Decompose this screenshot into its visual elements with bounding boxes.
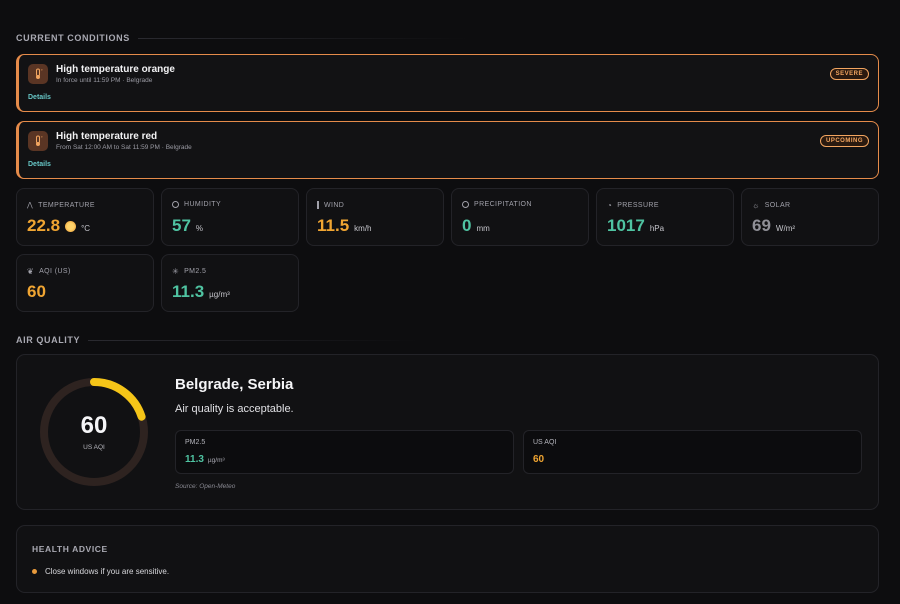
list-item: Close windows if you are sensitive. [32,567,169,576]
metric-card-solar: ☼ SOLAR 69 W/m² [741,188,879,246]
stat-label: PM2.5 [185,439,206,446]
metric-card-aqi: ❦ AQI (US) 60 [16,254,154,312]
alert-card-red[interactable]: ° High temperature red From Sat 12:00 AM… [16,121,879,179]
thermometer-icon: ° [28,64,48,84]
location-title: Belgrade, Serbia [175,376,294,393]
metric-unit: °C [81,224,91,233]
metric-unit: W/m² [775,224,796,233]
metric-value: 0 [462,216,472,235]
metric-unit: km/h [354,224,372,233]
alert-details-link[interactable]: Details [28,94,51,101]
metric-card-humidity: HUMIDITY 57 % [161,188,299,246]
metric-unit: % [195,224,204,233]
metric-value: 69 [752,216,771,235]
stat-label: US AQI [533,439,557,446]
air-quality-panel: 60 US AQI Belgrade, Serbia Air quality i… [16,354,879,510]
metric-value: 11.5 [317,216,350,235]
section-title-current-conditions: CURRENT CONDITIONS [16,33,468,43]
thermometer-icon: ⋀ [27,202,34,209]
air-quality-message: Air quality is acceptable. [175,403,294,415]
metric-label: PRECIPITATION [474,201,532,208]
wind-bar-icon [317,201,319,209]
thermometer-icon: ° [28,131,48,151]
alert-card-orange[interactable]: ° High temperature orange In force until… [16,54,879,112]
health-advice-text: Close windows if you are sensitive. [45,567,170,576]
alert-title: High temperature orange [56,64,175,75]
alert-details-link[interactable]: Details [28,161,51,168]
metric-value: 1017 [607,216,645,235]
health-advice-title: HEALTH ADVICE [32,544,108,554]
metric-label: WIND [324,201,345,209]
sun-icon [65,221,77,232]
severity-badge: SEVERE [829,68,869,80]
aqi-gauge-value: 60 [80,412,108,439]
metric-unit: µg/m³ [209,290,230,299]
section-divider [88,339,419,341]
metric-card-wind: WIND 11.5 km/h [306,188,444,246]
source-note: Source: Open-Meteo [175,483,236,490]
stat-value: 60 [533,454,545,465]
sparkle-icon: ✳ [172,267,180,276]
pm25-stat-box: PM2.5 11.3 µg/m³ [175,430,514,474]
metric-label: PRESSURE [617,202,659,209]
metric-card-precipitation: PRECIPITATION 0 mm [451,188,589,246]
metric-card-pressure: ◔ PRESSURE 1017 hPa [596,188,734,246]
metric-value: 60 [27,282,46,301]
metric-card-pm25: ✳ PM2.5 11.3 µg/m³ [161,254,299,312]
stat-unit: µg/m³ [207,457,225,464]
metric-label: TEMPERATURE [38,201,95,209]
metric-label: PM2.5 [184,268,207,275]
alert-title: High temperature red [56,131,158,142]
aqi-gauge-label: US AQI [83,444,105,451]
health-advice-panel: HEALTH ADVICE Close windows if you are s… [16,525,879,593]
leaf-icon: ❦ [27,267,35,276]
circle-icon [172,201,179,208]
metric-value: 11.3 [172,282,205,301]
stat-value: 11.3 [185,454,204,465]
section-divider [137,37,468,39]
metric-label: HUMIDITY [184,201,222,208]
metric-value: 22.8 [27,216,61,235]
metric-card-temperature: ⋀ TEMPERATURE 22.8 °C [16,188,154,246]
bullet-icon [32,569,37,574]
metric-value: 57 [172,216,191,235]
svg-text:°: ° [41,69,43,74]
svg-text:°: ° [41,136,43,141]
metric-unit: hPa [649,224,665,233]
metric-unit: mm [476,224,490,233]
section-title-air-quality: AIR QUALITY [16,335,419,345]
metric-label: AQI (US) [39,268,71,275]
section-title-text: CURRENT CONDITIONS [16,33,130,43]
gauge-icon: ◔ [607,201,613,210]
alert-subtitle: From Sat 12:00 AM to Sat 11:59 PM · Belg… [56,144,192,151]
status-badge: UPCOMING [820,135,869,147]
section-title-text: AIR QUALITY [16,335,81,345]
us-aqi-stat-box: US AQI 60 [523,430,862,474]
metric-label: SOLAR [764,202,791,209]
sun-icon: ☼ [752,201,760,210]
droplet-icon [462,201,469,208]
alert-subtitle: In force until 11:59 PM · Belgrade [56,77,153,84]
